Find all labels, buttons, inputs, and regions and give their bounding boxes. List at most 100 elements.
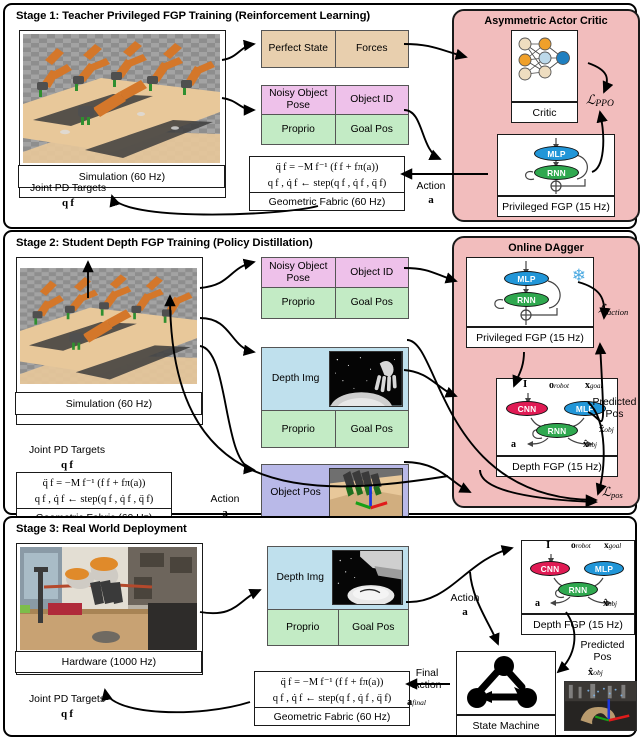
stage1-rnn-node: RNN [534,165,579,180]
stage1-geometric-fabric-box: q̈ f = −M f⁻¹ (f f + fπ(a)) q f , q̇ f ←… [249,156,405,211]
stage1-critic-caption: Critic [511,102,578,123]
stage2-action-label: Action [210,494,240,505]
obs-label-depth-img: Depth Img [271,373,320,385]
obs-cell-forces: Forces [356,43,388,55]
stage1-privileged-fgp-box: MLP RNN [497,134,615,196]
stage-1-title: Stage 1: Teacher Privileged FGP Training… [16,10,371,22]
stage2-loss-pos-label: ℒpos [602,485,623,500]
student-output-xobj: x̂obj [583,439,597,450]
stage1-simulation-box: Simulation (60 Hz) [18,30,226,198]
stage2-joint-pd-symbol: q f [61,459,73,471]
stage-3-panel: Stage 3: Real World Deployment Hardware … [3,516,637,737]
stage2-loss-action-label: ℒaction [598,302,629,317]
stage2-simulation-box: Simulation (60 Hz) [15,257,203,425]
stage3-predicted-pos-symbol: x̂obj [588,667,603,678]
obs-cell-goal-pos: Goal Pos [338,609,408,645]
stage2-teacher-rnn-node: RNN [504,292,549,307]
obs-cell-proprio: Proprio [262,411,336,447]
stage2-joint-pd-label: Joint PD Targets [28,445,106,456]
stage1-fabric-eq2: q f , q̇ f ← step(q f , q̇ f , q̈ f) [267,177,387,189]
stage2-fabric-eq1: q̈ f = −M f⁻¹ (f f + fπ(a)) [42,478,146,489]
obs-cell-noisy-object-pose: Noisy Object Pose [262,258,336,287]
stage3-joint-pd-symbol: q f [61,708,73,720]
stage2-student-caption: Depth FGP (15 Hz) [496,456,618,477]
stage3-depth-fgp-caption: Depth FGP (15 Hz) [521,614,635,635]
student-input-xgoal: xgoal [585,380,603,391]
stage3-predicted-pos-label: Predicted Pos [580,640,625,663]
stage3-fabric-eq1: q̈ f = −M f⁻¹ (f f + fπ(a)) [280,677,384,688]
obs-cell-proprio: Proprio [262,288,336,318]
object-pose-image [329,468,403,518]
stage2-privileged-fgp-box: MLP RNN ❄ [466,257,594,327]
stage1-privileged-fgp-caption: Privileged FGP (15 Hz) [497,196,615,217]
stage3-fabric-eq2: q f , q̇ f ← step(q f , q̇ f , q̈ f) [272,692,392,704]
stage3-state-machine-caption: State Machine [456,715,556,736]
stage1-panel-title: Asymmetric Actor Critic [484,15,608,27]
stage-1-panel: Stage 1: Teacher Privileged FGP Training… [3,3,640,229]
stage3-action-symbol: a [462,606,468,618]
stage2-cnn-node: CNN [506,401,548,416]
stage3-hardware-image [20,547,197,650]
stage2-predicted-pos-label: Predicted Pos [592,397,637,420]
depth-image-sim [329,351,403,407]
stage3-predicted-pose-image [564,681,637,731]
obs-cell-object-id: Object ID [335,258,408,287]
student-output-action: a [511,439,516,450]
student-output-xobj: x̂obj [603,598,617,609]
stage3-depth-fgp-box: I orobot xgoal CNN MLP RNN a x̂obj [521,539,635,614]
stage1-action-symbol: a [428,194,434,206]
obs-label-object-pos: Object Pos [270,487,321,499]
snowflake-icon: ❄ [571,266,586,285]
student-output-action: a [535,598,540,609]
stage3-cnn-node: CNN [530,561,570,576]
stage2-simulation-image [20,261,197,391]
stage2-obs-privileged: Noisy Object Pose Object ID Proprio Goal… [261,257,409,319]
stage1-obs-privileged: Noisy Object Pose Object ID Proprio Goal… [261,85,409,145]
stage1-mlp-node: MLP [534,146,579,161]
stage2-student-rnn-node: RNN [536,423,578,438]
stage3-action-label: Action [450,593,480,604]
stage1-action-label: Action [416,181,446,192]
stage2-obs-depth: Depth Img Proprio Goal Pos [261,347,409,448]
obs-cell-noisy-object-pose: Noisy Object Pose [262,86,336,114]
obs-cell-perfect-state: Perfect State [262,31,336,67]
stage-2-panel: Stage 2: Student Depth FGP Training (Pol… [3,230,640,527]
stage3-geometric-fabric-box: q̈ f = −M f⁻¹ (f f + fπ(a)) q f , q̇ f ←… [254,671,410,726]
stage3-mlp-node: MLP [584,561,624,576]
figure-root: Stage 1: Teacher Privileged FGP Training… [0,0,640,737]
stage3-final-action-symbol: afinal [407,697,427,708]
student-input-orobot: orobot [571,541,591,551]
stage3-rnn-node: RNN [558,582,598,597]
obs-cell-proprio: Proprio [262,115,336,144]
obs-cell-object-id: Object ID [335,86,408,114]
stage-2-title: Stage 2: Student Depth FGP Training (Pol… [16,237,313,249]
stage2-panel-title: Online DAgger [508,242,584,254]
stage2-fabric-eq2: q f , q̇ f ← step(q f , q̇ f , q̈ f) [34,493,154,505]
stage3-joint-pd-label: Joint PD Targets [28,694,106,705]
student-input-orobot: orobot [549,380,569,391]
stage2-obs-object-pos: Object Pos [261,464,409,522]
obs-cell-goal-pos: Goal Pos [335,288,408,318]
stage-3-title: Stage 3: Real World Deployment [16,523,187,535]
stage2-teacher-caption: Privileged FGP (15 Hz) [466,327,594,348]
stage3-hardware-caption: Hardware (1000 Hz) [15,651,203,673]
stage2-online-dagger-panel: Online DAgger MLP RNN ❄ Privileged FGP (… [452,236,640,508]
stage1-simulation-image [23,34,220,163]
stage1-critic-box [511,30,578,102]
stage1-ppo-loss-label: ℒPPO [586,92,614,109]
student-input-image: I [523,378,528,390]
stage3-hardware-box: Hardware (1000 Hz) [15,543,203,675]
obs-cell-goal-pos: Goal Pos [335,411,408,447]
stage3-final-action-label: Final Action [412,668,442,691]
stage1-joint-pd-symbol: q f [62,197,74,209]
stage1-fabric-caption: Geometric Fabric (60 Hz) [268,197,386,208]
obs-cell-goal-pos: Goal Pos [335,115,408,144]
stage1-actor-critic-panel: Asymmetric Actor Critic Critic MLP RNN P… [452,9,640,222]
stage3-fabric-caption: Geometric Fabric (60 Hz) [273,712,391,723]
obs-label-depth-img: Depth Img [276,572,324,584]
stage1-joint-pd-label: Joint PD Targets [29,183,107,194]
stage3-obs-depth: Depth Img Proprio Goal Pos [267,546,409,646]
stage2-teacher-mlp-node: MLP [504,271,549,286]
obs-cell-proprio: Proprio [268,609,339,645]
stage1-obs-perfect-state: Perfect State Forces [261,30,409,68]
